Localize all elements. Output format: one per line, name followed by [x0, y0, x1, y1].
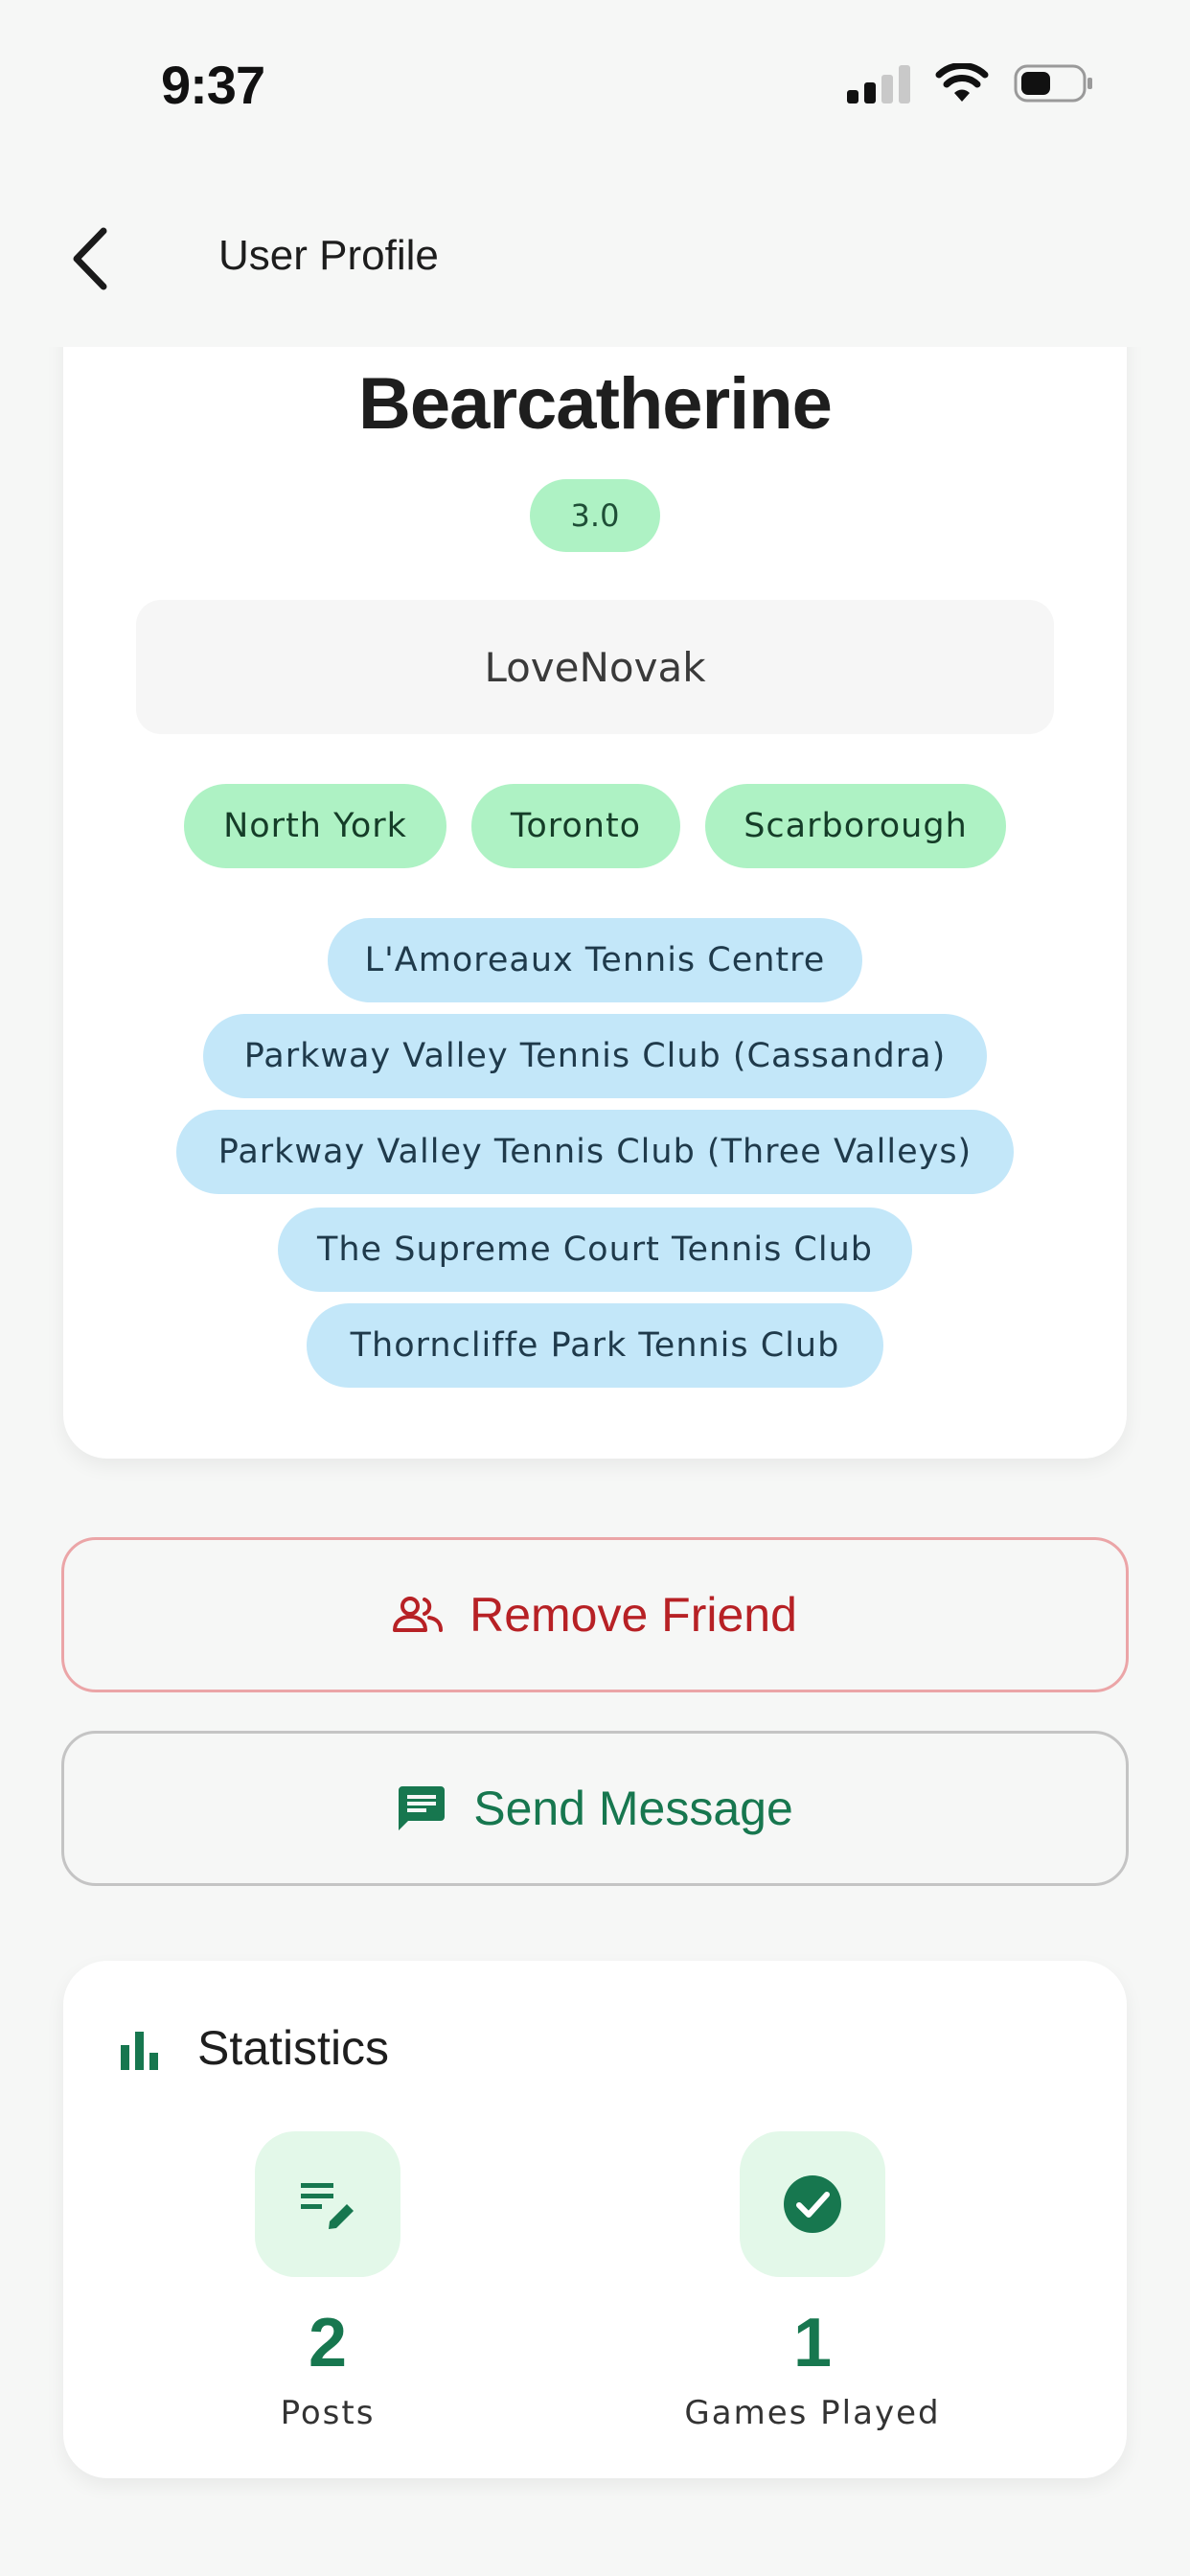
stat-games-value: 1 [792, 2305, 833, 2381]
message-icon [399, 1786, 446, 1830]
send-message-label: Send Message [473, 1782, 793, 1835]
check-circle-icon [784, 2175, 841, 2233]
status-time: 9:37 [161, 55, 265, 115]
statistics-title: Statistics [197, 2021, 390, 2075]
statistics-card: Statistics 2 Posts 1 Games Played [63, 1961, 1127, 2478]
club-chip: Thorncliffe Park Tennis Club [307, 1303, 883, 1388]
page-title: User Profile [218, 232, 439, 279]
remove-friend-button[interactable]: Remove Friend [61, 1537, 1129, 1692]
stat-posts: 2 Posts [184, 2131, 471, 2432]
club-chip: Parkway Valley Tennis Club (Cassandra) [203, 1014, 987, 1098]
user-name: Bearcatherine [358, 363, 833, 445]
area-chip-toronto: Toronto [471, 784, 680, 868]
stat-posts-label: Posts [280, 2394, 376, 2432]
status-icons [847, 63, 1094, 104]
stat-games-played: 1 Games Played [669, 2131, 956, 2432]
battery-icon [1014, 64, 1092, 103]
send-message-button[interactable]: Send Message [61, 1731, 1129, 1886]
edit-note-icon [301, 2183, 354, 2229]
club-chip: Parkway Valley Tennis Club (Three Valley… [176, 1110, 1014, 1194]
profile-card: Bearcatherine 3.0 LoveNovak North York T… [63, 288, 1127, 1459]
back-button[interactable] [54, 222, 126, 295]
status-bar: 9:37 [0, 0, 1190, 172]
chevron-left-icon [73, 227, 107, 290]
stat-games-label: Games Played [684, 2394, 941, 2432]
rating-badge: 3.0 [530, 479, 660, 552]
area-chip-scarborough: Scarborough [705, 784, 1006, 868]
stat-posts-value: 2 [308, 2305, 348, 2381]
people-icon [393, 1597, 444, 1632]
remove-friend-label: Remove Friend [469, 1588, 797, 1642]
app-header: User Profile [0, 172, 1190, 347]
wifi-icon [935, 63, 989, 102]
area-chip-north-york: North York [184, 784, 446, 868]
bio: LoveNovak [136, 600, 1054, 734]
stat-icon-box [255, 2131, 400, 2277]
stat-icon-box [740, 2131, 885, 2277]
club-chip: The Supreme Court Tennis Club [278, 1208, 912, 1292]
signal-icon [847, 63, 910, 104]
club-chip: L'Amoreaux Tennis Centre [328, 918, 862, 1002]
bar-chart-icon [121, 2032, 158, 2070]
